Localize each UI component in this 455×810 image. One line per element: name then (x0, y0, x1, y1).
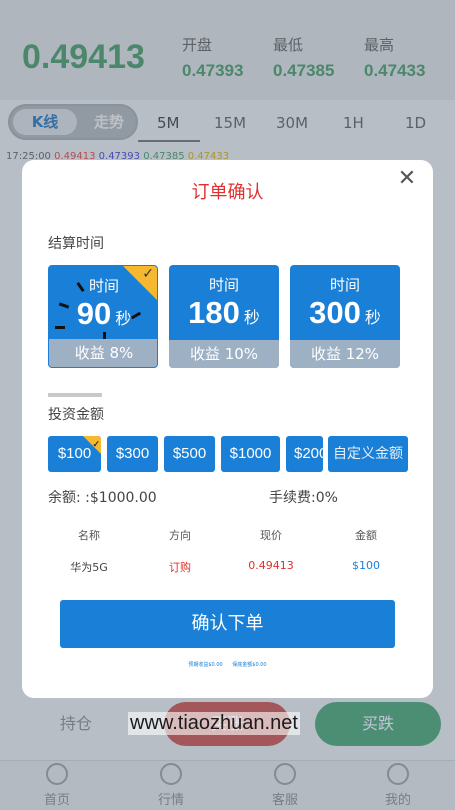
time-card-180[interactable]: 时间 180 秒 收益 10% (169, 265, 279, 368)
watermark: www.tiaozhuan.net (128, 712, 300, 735)
check-icon: ✓ (92, 439, 100, 449)
amount-300-button[interactable]: $300 (107, 436, 158, 472)
footnotes: 预期收益$0.00 保底金额$0.00 (22, 661, 433, 668)
col-header-direction: 方向 (169, 529, 191, 542)
order-confirm-modal: 订单确认 ✕ 结算时间 时间 90 秒 收益 8% ✓ 时间 180 秒 收益 10… (22, 160, 433, 698)
custom-amount-button[interactable]: 自定义金额 (328, 436, 408, 472)
confirm-order-button[interactable]: 确认下单 (60, 600, 395, 648)
guaranteed-amount: 保底金额$0.00 (232, 662, 267, 668)
col-header-price: 现价 (260, 529, 282, 542)
col-header-name: 名称 (78, 529, 100, 542)
time-card-300[interactable]: 时间 300 秒 收益 12% (290, 265, 400, 368)
amount-100-button[interactable]: $100 ✓ (48, 436, 101, 472)
invest-amount-label: 投资金额 (48, 407, 104, 423)
amount-1000-button[interactable]: $1000 (221, 436, 280, 472)
divider (48, 393, 102, 397)
cell-direction: 订购 (169, 561, 191, 574)
cell-amount: $100 (352, 559, 380, 572)
time-card-90[interactable]: 时间 90 秒 收益 8% ✓ (48, 265, 158, 368)
close-icon[interactable]: ✕ (396, 168, 418, 190)
expected-profit: 预期收益$0.00 (188, 662, 223, 668)
modal-title: 订单确认 (191, 182, 264, 203)
fee-text: 手续费:0% (269, 490, 338, 506)
amount-500-button[interactable]: $500 (164, 436, 215, 472)
cell-price: 0.49413 (248, 559, 294, 572)
cell-name: 华为5G (70, 561, 108, 574)
settle-time-label: 结算时间 (48, 236, 104, 252)
check-icon: ✓ (142, 266, 154, 282)
amount-2000-button[interactable]: $2000 (286, 436, 323, 472)
balance-text: 余额: :$1000.00 (48, 490, 157, 506)
col-header-amount: 金额 (355, 529, 377, 542)
